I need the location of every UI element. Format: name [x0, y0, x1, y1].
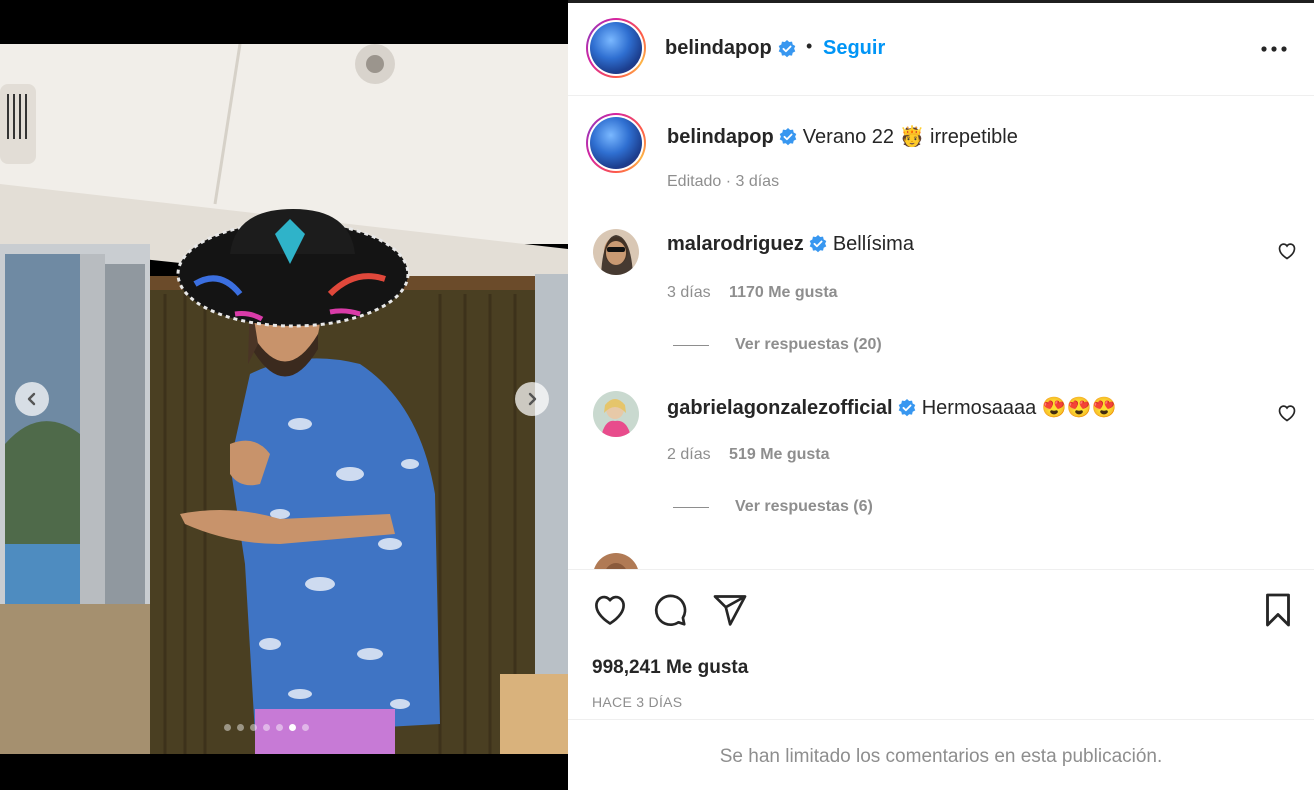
comment-avatar[interactable]: [593, 229, 639, 275]
caption-avatar[interactable]: [586, 113, 646, 173]
post-details-panel: belindapop • Seguir belindapop Verano 22…: [568, 0, 1314, 790]
comment-meta: 3 días 1170 Me gusta: [667, 284, 838, 302]
comment-username[interactable]: malarodriguez: [667, 233, 804, 255]
more-options-button[interactable]: [1256, 33, 1292, 65]
post-actions: 998,241 Me gusta HACE 3 DÍAS: [568, 569, 1314, 719]
author-username[interactable]: belindapop: [665, 37, 772, 60]
comment-username[interactable]: gabrielagonzalezofficial: [667, 397, 893, 419]
author-avatar[interactable]: [586, 18, 646, 78]
view-replies-label: Ver respuestas (20): [735, 336, 882, 353]
chevron-left-icon: [27, 392, 36, 406]
carousel-dot: [276, 724, 283, 731]
comment-body: malarodriguez Bellísima: [667, 233, 914, 256]
comment-age: 2 días: [667, 446, 711, 463]
comment-likes[interactable]: 519 Me gusta: [729, 446, 829, 463]
replies-divider: [673, 506, 709, 508]
carousel-dot: [237, 724, 244, 731]
header-separator: •: [806, 36, 813, 56]
heart-icon[interactable]: [592, 592, 628, 628]
photo-illustration: [0, 44, 568, 754]
comments-list[interactable]: belindapop Verano 22 🫅 irrepetible Edita…: [568, 97, 1314, 569]
carousel-next-button[interactable]: [515, 382, 549, 416]
comment-like-heart-icon[interactable]: [1277, 403, 1297, 423]
post-photo: [0, 44, 568, 754]
carousel-dots: [224, 724, 309, 731]
follow-button[interactable]: Seguir: [823, 37, 885, 60]
comment-avatar[interactable]: [593, 391, 639, 437]
carousel-prev-button[interactable]: [15, 382, 49, 416]
carousel-dot: [263, 724, 270, 731]
caption: belindapop Verano 22 🫅 irrepetible: [667, 124, 1018, 149]
avatar-image: [593, 391, 639, 437]
view-replies-label: Ver respuestas (6): [735, 498, 873, 515]
likes-count[interactable]: 998,241 Me gusta: [592, 657, 748, 679]
post-media: [0, 0, 568, 790]
caption-meta: Editado · 3 días: [667, 173, 780, 190]
verified-badge-icon: [809, 235, 827, 253]
verified-badge-icon: [898, 399, 916, 417]
view-replies-button[interactable]: Ver respuestas (20): [673, 336, 882, 354]
view-replies-button[interactable]: Ver respuestas (6): [673, 498, 873, 516]
avatar-image: [593, 553, 639, 569]
carousel-dot: [224, 724, 231, 731]
comment-age: 3 días: [667, 284, 711, 301]
chevron-right-icon: [528, 392, 537, 406]
more-options-icon: [1261, 46, 1287, 52]
comment-like-heart-icon[interactable]: [1277, 241, 1297, 261]
caption-username[interactable]: belindapop: [667, 126, 774, 148]
comment-meta: 2 días 519 Me gusta: [667, 446, 830, 464]
verified-badge-icon: [779, 128, 797, 146]
bookmark-icon[interactable]: [1260, 592, 1296, 628]
replies-divider: [673, 344, 709, 346]
comment-text: Hermosaaaa 😍😍😍: [921, 397, 1117, 419]
comments-limited-notice: Se han limitado los comentarios en esta …: [568, 719, 1314, 790]
comment-body: gabrielagonzalezofficial Hermosaaaa 😍😍😍: [667, 395, 1117, 420]
post-date[interactable]: HACE 3 DÍAS: [592, 694, 682, 710]
comment-likes[interactable]: 1170 Me gusta: [729, 284, 838, 301]
carousel-dot: [250, 724, 257, 731]
carousel-dot: [289, 724, 296, 731]
post-header: belindapop • Seguir: [568, 3, 1314, 96]
share-icon[interactable]: [712, 592, 748, 628]
comment-icon[interactable]: [652, 592, 688, 628]
verified-badge-icon: [778, 40, 796, 58]
caption-text: Verano 22 🫅 irrepetible: [802, 126, 1018, 148]
avatar-image: [593, 229, 639, 275]
comment-text: Bellísima: [832, 233, 914, 255]
carousel-dot: [302, 724, 309, 731]
comment-avatar-partial[interactable]: [593, 553, 639, 569]
